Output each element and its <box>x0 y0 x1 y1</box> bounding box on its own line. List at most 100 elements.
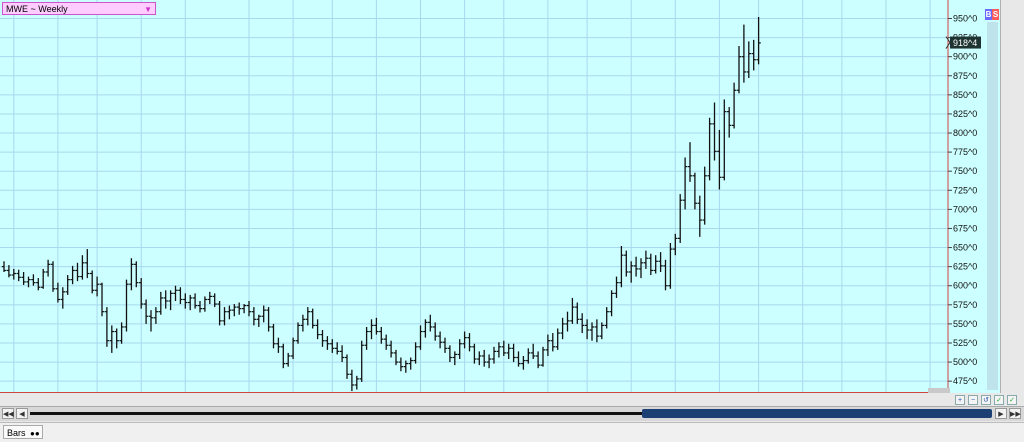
price-bar <box>545 334 551 356</box>
price-bar <box>295 322 301 344</box>
price-bar <box>354 375 359 390</box>
price-bar <box>467 333 472 352</box>
future-area-shade <box>928 388 950 393</box>
auto-scale-icon[interactable]: ✓ <box>994 395 1004 405</box>
price-chart[interactable]: 950^0925^0900^0875^0850^0825^0800^0775^0… <box>0 0 1000 393</box>
price-bar <box>736 45 742 94</box>
price-bar <box>550 333 555 352</box>
price-bar <box>682 157 688 210</box>
price-bar <box>21 271 26 285</box>
price-bar <box>580 313 585 334</box>
price-bar <box>139 278 144 309</box>
last-price-marker: 918^4 <box>945 36 981 49</box>
price-bar <box>653 255 658 274</box>
y-tick-label: 675^0 <box>953 223 977 233</box>
price-bar <box>433 322 438 341</box>
price-bar <box>687 142 693 182</box>
price-bar <box>359 340 364 382</box>
price-bar <box>134 261 139 288</box>
price-bar <box>516 351 521 367</box>
scroll-left-icon[interactable]: ◀ <box>16 408 28 419</box>
y-tick-label: 825^0 <box>953 109 977 119</box>
price-bar <box>624 250 629 277</box>
price-bar <box>531 343 536 360</box>
price-bar <box>668 242 673 289</box>
price-bar <box>423 319 428 338</box>
dropdown-caret-icon: ▼ <box>144 5 152 14</box>
price-bar <box>310 308 315 329</box>
y-tick-label: 800^0 <box>953 128 977 138</box>
price-bar <box>629 261 634 283</box>
price-bar <box>227 305 232 320</box>
price-bar <box>119 322 124 344</box>
buy-button[interactable]: B <box>985 9 992 20</box>
price-bar <box>379 326 384 344</box>
price-bar <box>565 311 570 332</box>
price-bar <box>614 276 619 298</box>
price-chart-panel[interactable]: 950^0925^0900^0875^0850^0825^0800^0775^0… <box>0 0 1001 393</box>
fit-icon[interactable]: ✓ <box>1007 395 1017 405</box>
price-bar <box>599 322 604 340</box>
price-bar <box>241 304 247 314</box>
price-bar <box>251 307 257 326</box>
price-bar <box>148 310 154 332</box>
price-bar <box>486 354 492 369</box>
time-scrollbar[interactable]: ◀◀ ◀ ▶ ▶▶ <box>0 406 1024 421</box>
symbol-selector[interactable]: MWE ~ Weekly ▼ <box>2 2 156 15</box>
price-bar <box>276 337 281 353</box>
scroll-right-icon[interactable]: ▶ <box>995 408 1007 419</box>
price-bar <box>50 261 56 292</box>
price-bar <box>482 349 487 367</box>
scroll-end-icon[interactable]: ▶▶ <box>1009 408 1021 419</box>
price-bar <box>428 314 433 332</box>
bars-tab[interactable]: Bars ●● <box>3 425 43 439</box>
price-bar <box>232 304 237 317</box>
zoom-out-icon[interactable]: − <box>968 395 978 405</box>
price-bar <box>589 322 595 341</box>
scroll-start-icon[interactable]: ◀◀ <box>2 408 14 419</box>
price-bar <box>261 305 266 323</box>
price-bar <box>418 325 423 350</box>
sell-button[interactable]: S <box>992 9 999 20</box>
scroll-thumb[interactable] <box>642 409 992 418</box>
status-bar: Bars ●● <box>0 422 1024 442</box>
price-bar <box>692 172 698 210</box>
price-bar <box>246 300 252 317</box>
reset-zoom-icon[interactable]: ↺ <box>981 395 991 405</box>
price-bar <box>11 268 16 280</box>
buy-sell-badge[interactable]: B S <box>985 9 999 20</box>
price-bar <box>555 328 560 350</box>
price-bar <box>658 252 663 272</box>
chart-type-icon: ●● <box>30 429 40 438</box>
price-bar <box>80 255 85 280</box>
price-bar <box>281 343 286 369</box>
price-bar <box>408 357 413 370</box>
price-bar <box>741 24 747 83</box>
price-bars <box>1 16 761 392</box>
price-bar <box>90 270 95 294</box>
price-bar <box>717 129 722 190</box>
y-tick-label: 625^0 <box>953 262 977 272</box>
zoom-in-icon[interactable]: + <box>955 395 965 405</box>
price-bar <box>320 330 325 347</box>
price-bar <box>290 337 296 360</box>
price-bar <box>648 253 653 276</box>
price-bar <box>60 287 65 309</box>
y-tick-label: 500^0 <box>953 357 977 367</box>
price-bar <box>222 307 227 326</box>
price-bar <box>384 334 389 350</box>
price-bar <box>75 262 80 282</box>
price-bar <box>266 307 271 332</box>
chart-grid <box>0 0 949 393</box>
price-bar <box>638 258 644 279</box>
price-bar <box>256 314 261 327</box>
price-bar <box>349 369 355 392</box>
price-bar <box>104 307 110 347</box>
y-tick-label: 600^0 <box>953 281 977 291</box>
price-bar <box>540 346 546 367</box>
price-bar <box>36 278 41 291</box>
price-bar <box>746 41 751 79</box>
price-bar <box>143 299 149 324</box>
scroll-track[interactable] <box>30 412 642 415</box>
y-tick-label: 550^0 <box>953 319 977 329</box>
